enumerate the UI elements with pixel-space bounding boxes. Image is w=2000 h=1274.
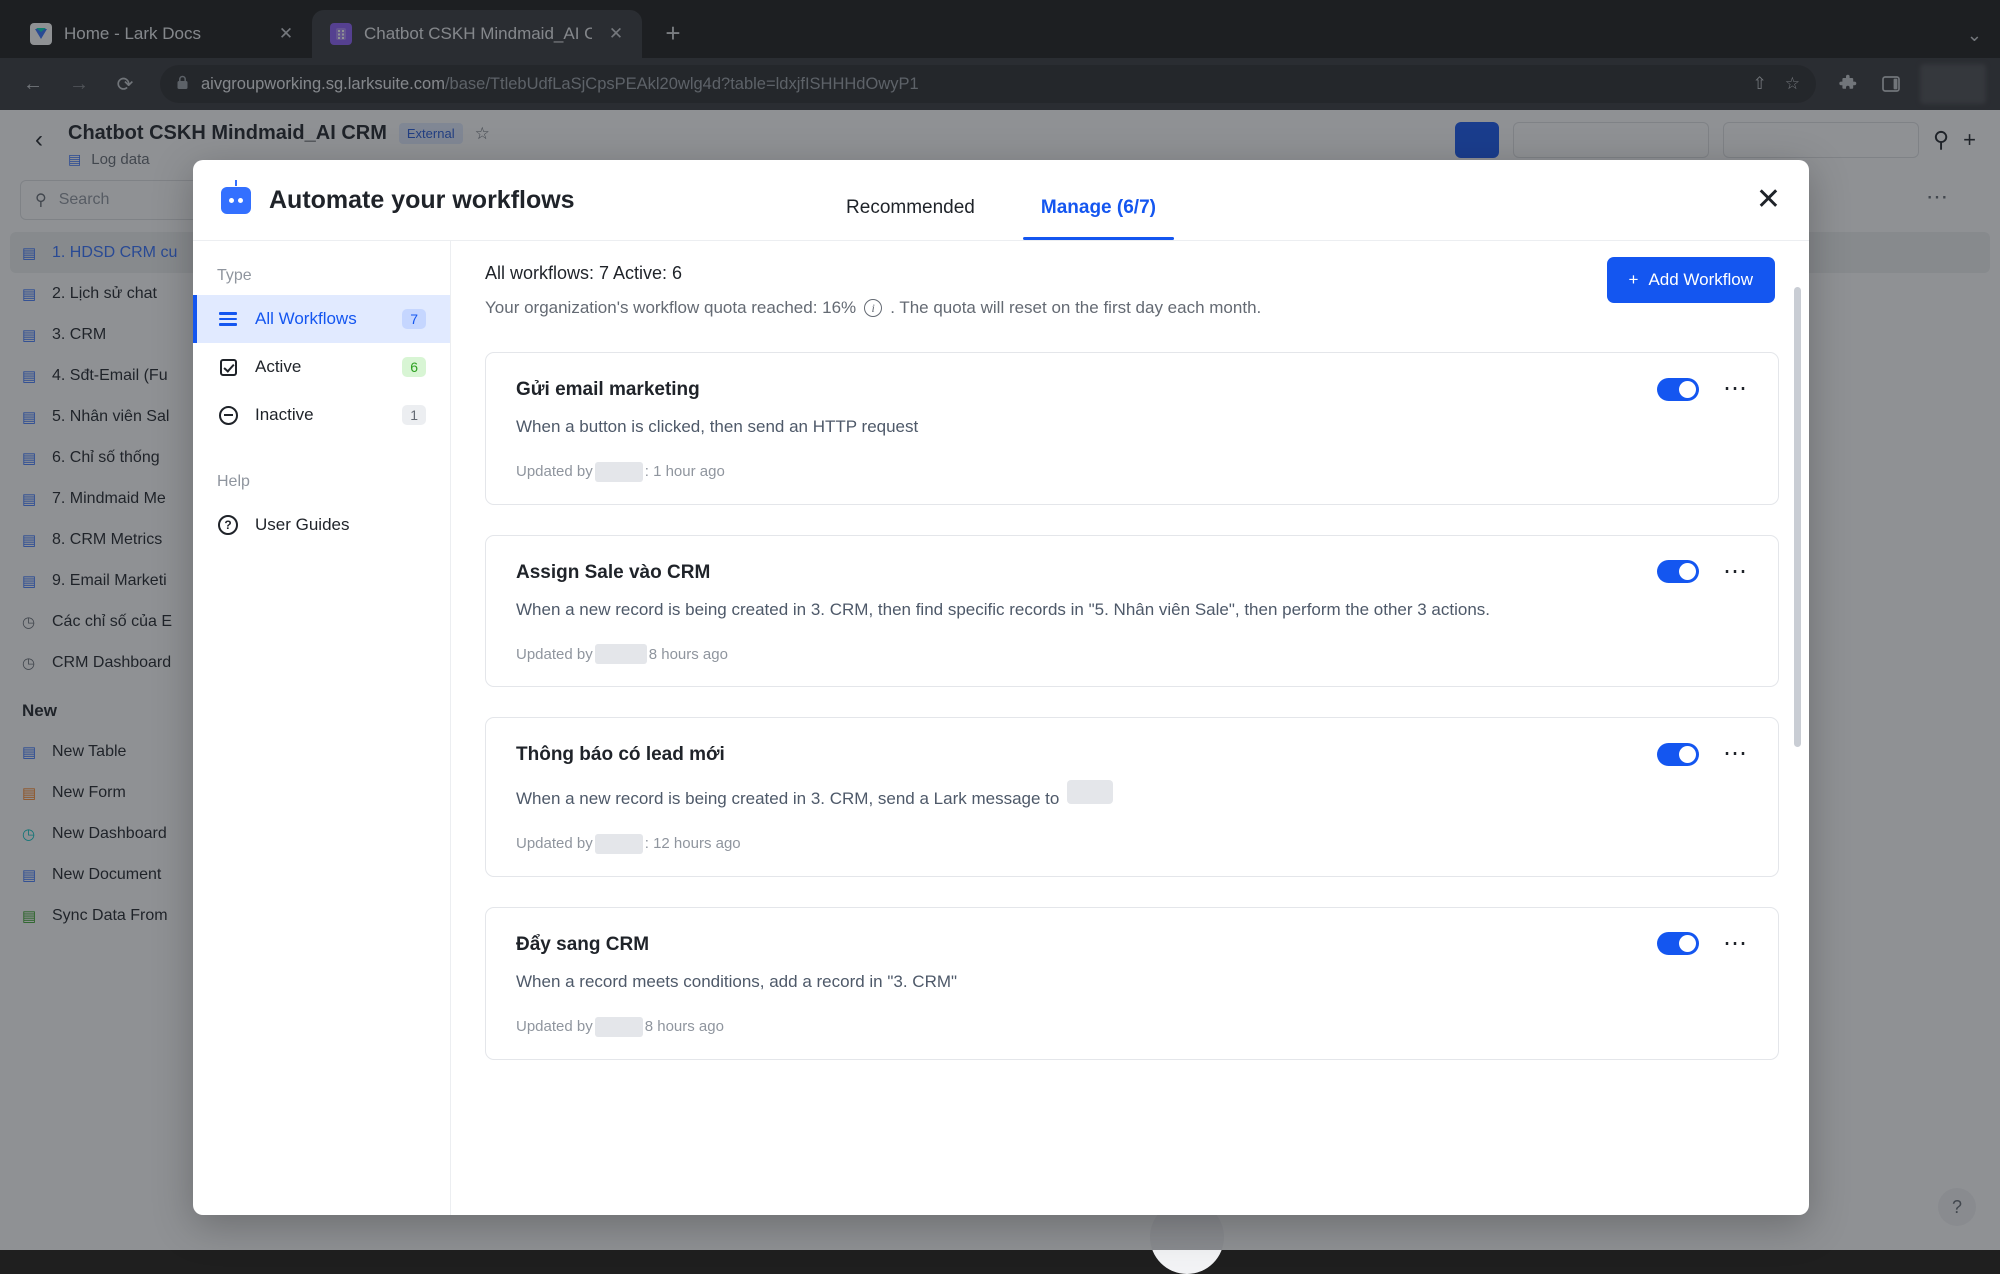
sidebar-item-all-workflows[interactable]: All Workflows 7 — [193, 295, 450, 343]
workflow-summary: All workflows: 7 Active: 6 — [485, 263, 1779, 284]
modal-tabs: Recommended Manage (6/7) — [846, 160, 1156, 240]
updated-prefix: Updated by — [516, 1018, 593, 1035]
workflow-toggle[interactable] — [1657, 378, 1699, 401]
quota-prefix: Your organization's workflow quota reach… — [485, 298, 856, 318]
workflow-description: When a record meets conditions, add a re… — [516, 970, 1536, 995]
workflow-toggle[interactable] — [1657, 932, 1699, 955]
workflow-updated: Updated by : 1 hour ago — [516, 462, 1748, 482]
add-workflow-label: Add Workflow — [1648, 270, 1753, 290]
redacted-user — [595, 462, 643, 482]
workflow-updated: Updated by : 12 hours ago — [516, 834, 1748, 854]
workflow-description: When a button is clicked, then send an H… — [516, 415, 1536, 440]
robot-icon — [221, 187, 251, 214]
modal-header: Automate your workflows Recommended Mana… — [193, 160, 1809, 240]
updated-suffix: : 12 hours ago — [645, 835, 741, 852]
sidebar-item-label: Inactive — [255, 405, 314, 425]
workflow-more-icon[interactable]: ⋯ — [1723, 742, 1748, 766]
redacted-user — [595, 644, 647, 664]
checkbox-icon — [217, 359, 239, 376]
modal-scrollbar[interactable] — [1794, 287, 1801, 747]
quota-suffix: . The quota will reset on the first day … — [890, 298, 1261, 318]
workflow-card[interactable]: Assign Sale vào CRM When a new record is… — [485, 535, 1779, 688]
workflow-more-icon[interactable]: ⋯ — [1723, 560, 1748, 584]
workflow-name: Đẩy sang CRM — [516, 934, 1748, 956]
updated-suffix: 8 hours ago — [645, 1018, 724, 1035]
sidebar-item-user-guides[interactable]: ? User Guides — [193, 501, 450, 549]
workflow-toggle[interactable] — [1657, 560, 1699, 583]
add-workflow-button[interactable]: + Add Workflow — [1607, 257, 1776, 303]
plus-icon: + — [1629, 270, 1639, 290]
updated-prefix: Updated by — [516, 463, 593, 480]
sidebar-item-label: Active — [255, 357, 301, 377]
workflow-card[interactable]: Đẩy sang CRM When a record meets conditi… — [485, 907, 1779, 1060]
modal-title: Automate your workflows — [269, 186, 575, 215]
type-label: Type — [193, 259, 450, 295]
sidebar-item-label: User Guides — [255, 515, 349, 535]
workflow-more-icon[interactable]: ⋯ — [1723, 377, 1748, 401]
sidebar-item-inactive[interactable]: Inactive 1 — [193, 391, 450, 439]
redacted-recipient — [1067, 780, 1113, 804]
sidebar-item-active[interactable]: Active 6 — [193, 343, 450, 391]
workflow-list: Gửi email marketing When a button is cli… — [485, 352, 1779, 1060]
workflow-updated: Updated by 8 hours ago — [516, 644, 1748, 664]
quota-notice: Your organization's workflow quota reach… — [485, 298, 1779, 318]
workflow-description-text: When a new record is being created in 3.… — [516, 787, 1059, 812]
list-icon — [217, 312, 239, 326]
updated-suffix: : 1 hour ago — [645, 463, 725, 480]
workflow-card[interactable]: Thông báo có lead mới When a new record … — [485, 717, 1779, 877]
close-icon[interactable]: ✕ — [1756, 185, 1781, 215]
workflow-toggle[interactable] — [1657, 743, 1699, 766]
question-circle-icon: ? — [217, 515, 239, 535]
redacted-user — [595, 834, 643, 854]
workflow-description: When a new record is being created in 3.… — [516, 598, 1536, 623]
circle-minus-icon — [217, 406, 239, 425]
workflow-card[interactable]: Gửi email marketing When a button is cli… — [485, 352, 1779, 505]
workflow-description: When a new record is being created in 3.… — [516, 780, 1536, 812]
workflow-name: Assign Sale vào CRM — [516, 562, 1748, 584]
workflow-updated: Updated by 8 hours ago — [516, 1017, 1748, 1037]
automation-modal: Automate your workflows Recommended Mana… — [193, 160, 1809, 1215]
sidebar-item-count: 6 — [402, 357, 426, 377]
sidebar-item-label: All Workflows — [255, 309, 357, 329]
updated-suffix: 8 hours ago — [649, 646, 728, 663]
redacted-user — [595, 1017, 643, 1037]
updated-prefix: Updated by — [516, 646, 593, 663]
tab-recommended[interactable]: Recommended — [846, 160, 975, 240]
tab-manage[interactable]: Manage (6/7) — [1041, 160, 1156, 240]
modal-sidebar: Type All Workflows 7 Active 6 Inactive — [193, 241, 451, 1215]
updated-prefix: Updated by — [516, 835, 593, 852]
sidebar-item-count: 7 — [402, 309, 426, 329]
info-icon[interactable]: i — [864, 299, 882, 317]
browser-window: Home - Lark Docs ✕ Chatbot CSKH Mindmaid… — [0, 0, 2000, 1250]
workflow-name: Thông báo có lead mới — [516, 744, 1748, 766]
modal-main: All workflows: 7 Active: 6 Your organiza… — [451, 241, 1809, 1215]
workflow-more-icon[interactable]: ⋯ — [1723, 932, 1748, 956]
workflow-name: Gửi email marketing — [516, 379, 1748, 401]
help-label: Help — [193, 439, 450, 501]
sidebar-item-count: 1 — [402, 405, 426, 425]
